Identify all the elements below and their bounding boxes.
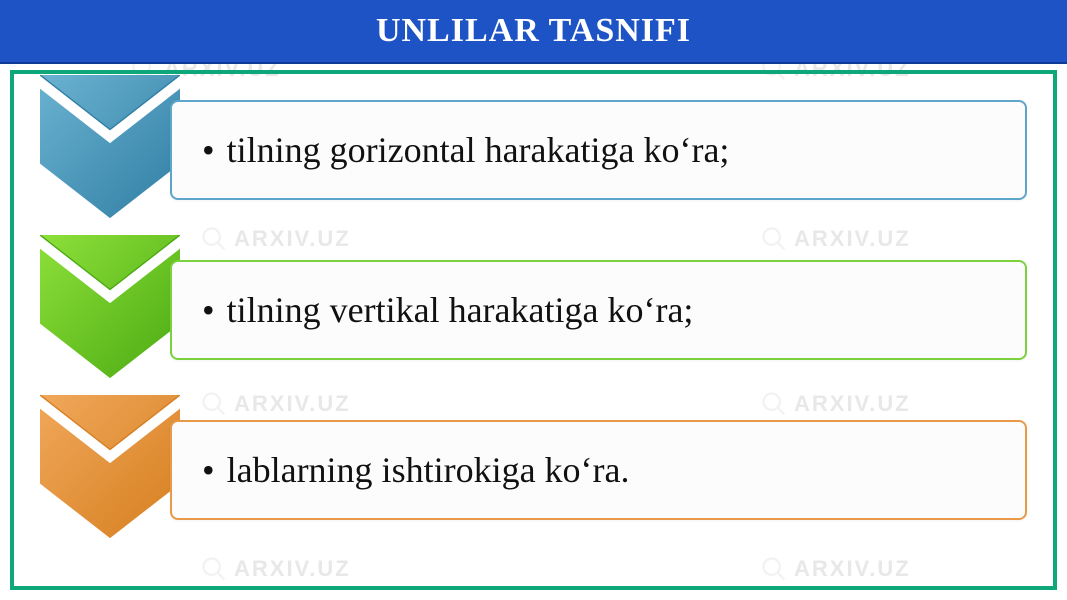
chevron-down-icon xyxy=(40,235,180,385)
item-text: tilning vertikal harakatiga ko‘ra; xyxy=(227,289,694,331)
list-item: • tilning vertikal harakatiga ko‘ra; xyxy=(40,250,1027,370)
chevron-down-icon xyxy=(40,395,180,545)
item-card: • tilning vertikal harakatiga ko‘ra; xyxy=(170,260,1027,360)
item-text: tilning gorizontal harakatiga ko‘ra; xyxy=(227,129,730,171)
list-item: • lablarning ishtirokiga ko‘ra. xyxy=(40,410,1027,530)
bullet-icon: • xyxy=(202,129,215,171)
header-bar: UNLILAR TASNIFI xyxy=(0,0,1067,64)
list-item: • tilning gorizontal harakatiga ko‘ra; xyxy=(40,90,1027,210)
bullet-icon: • xyxy=(202,449,215,491)
item-text: lablarning ishtirokiga ko‘ra. xyxy=(227,449,630,491)
page-title: UNLILAR TASNIFI xyxy=(376,12,691,50)
chevron-down-icon xyxy=(40,75,180,225)
item-card: • tilning gorizontal harakatiga ko‘ra; xyxy=(170,100,1027,200)
item-list: • tilning gorizontal harakatiga ko‘ra; •… xyxy=(40,90,1027,530)
bullet-icon: • xyxy=(202,289,215,331)
item-card: • lablarning ishtirokiga ko‘ra. xyxy=(170,420,1027,520)
